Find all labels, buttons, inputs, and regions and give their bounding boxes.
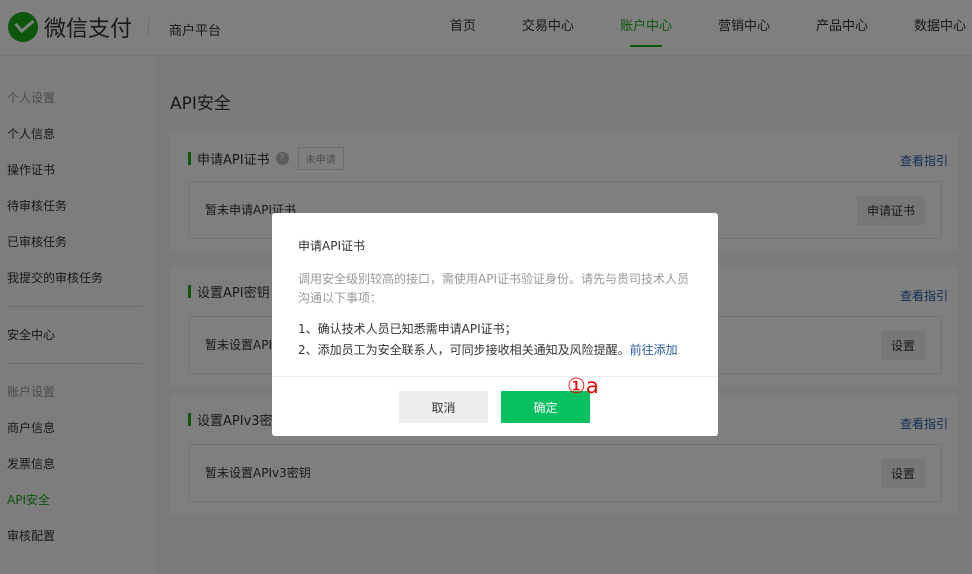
dialog-title: 申请API证书 (298, 239, 365, 253)
step-2: 2、添加员工为安全联系人，可同步接收相关通知及风险提醒。 (298, 343, 630, 357)
dialog-steps: 1、确认技术人员已知悉需申请API证书； 2、添加员工为安全联系人，可同步接收相… (298, 319, 678, 361)
cancel-button[interactable]: 取消 (399, 391, 488, 423)
step-1: 1、确认技术人员已知悉需申请API证书； (298, 322, 517, 336)
go-add-link[interactable]: 前往添加 (630, 343, 678, 357)
apply-certificate-dialog: 申请API证书 调用安全级别较高的接口，需使用API证书验证身份。请先与贵司技术… (272, 213, 718, 436)
dialog-description: 调用安全级别较高的接口，需使用API证书验证身份。请先与贵司技术人员沟通以下事项… (298, 272, 689, 305)
divider (272, 376, 718, 377)
annotation-label: ①a (567, 374, 599, 398)
